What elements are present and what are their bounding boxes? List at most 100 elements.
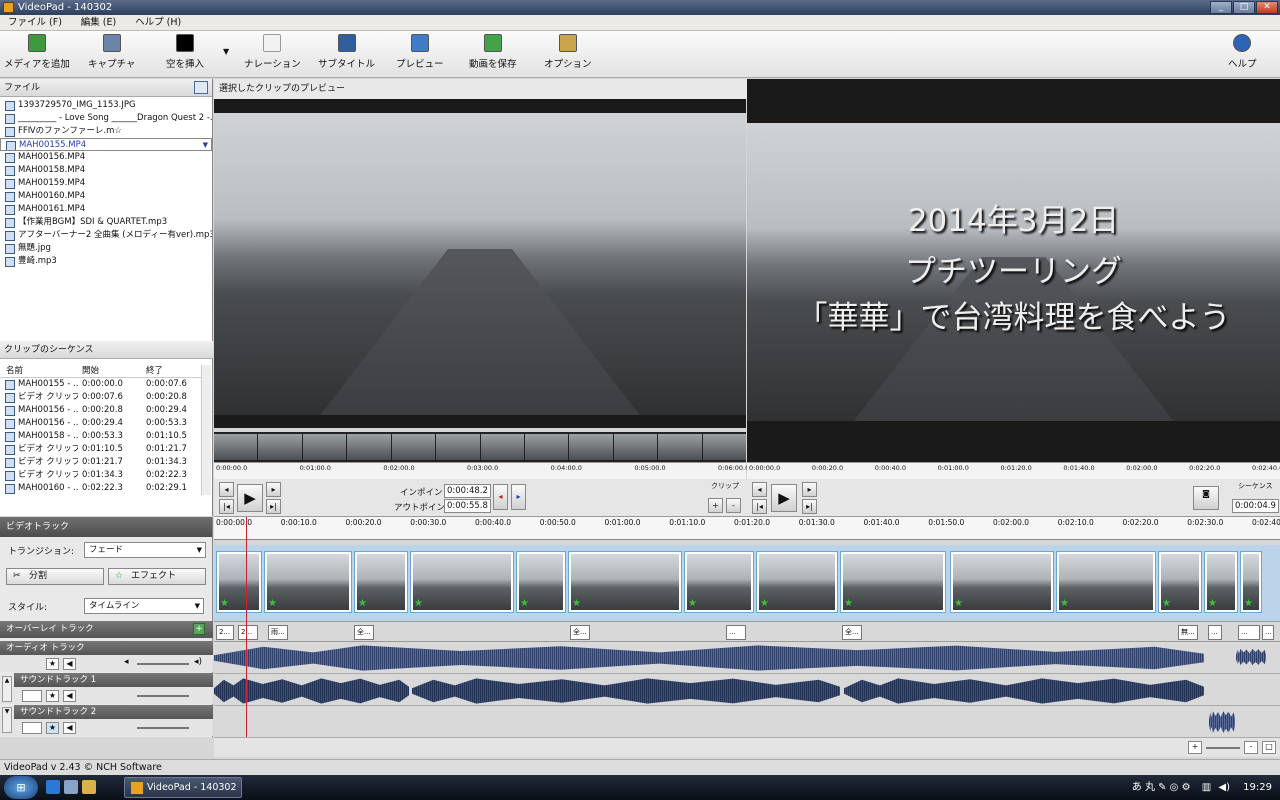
- track-2-mute-icon[interactable]: ◀: [63, 722, 76, 734]
- clip-effect-star-icon[interactable]: ★: [1060, 599, 1069, 609]
- clip-effect-star-icon[interactable]: ★: [1244, 599, 1253, 609]
- clock[interactable]: 19:29: [1243, 782, 1272, 793]
- file-item[interactable]: 【作業用BGM】SDI & QUARTET.mp3: [0, 216, 212, 229]
- save-video-button[interactable]: 動画を保存: [469, 34, 517, 70]
- subtitle-button[interactable]: サブタイトル: [318, 34, 375, 70]
- style-select[interactable]: タイムライン: [84, 598, 204, 614]
- video-clip[interactable]: ★: [410, 551, 514, 613]
- clip-tab[interactable]: クリップ: [711, 481, 739, 491]
- close-button[interactable]: ✕: [1256, 1, 1278, 14]
- clip-zoom-out-icon[interactable]: -: [726, 498, 741, 513]
- file-item[interactable]: MAH00160.MP4: [0, 190, 212, 203]
- audio-waveform[interactable]: [1236, 648, 1266, 666]
- menu-file[interactable]: ファイル (F): [0, 15, 70, 31]
- video-clip[interactable]: ★: [516, 551, 566, 613]
- timeline-scrollbar[interactable]: + - □: [214, 737, 1280, 757]
- file-item[interactable]: 無題.jpg: [0, 242, 212, 255]
- sequence-scrollbar[interactable]: [201, 365, 211, 495]
- clip-next-frame-button[interactable]: ▸: [266, 482, 281, 497]
- timeline-zoom-in-icon[interactable]: +: [1188, 741, 1202, 754]
- sequence-row[interactable]: ビデオ クリップ 8 0:01:21.7 0:01:34.3: [0, 456, 203, 469]
- clip-play-button[interactable]: ▶: [237, 484, 263, 512]
- sequence-row[interactable]: ビデオ クリップ 6 0:01:10.5 0:01:21.7: [0, 443, 203, 456]
- title-clip[interactable]: ...: [726, 625, 746, 640]
- sequence-tab[interactable]: シーケンス: [1238, 481, 1273, 491]
- title-clip[interactable]: 全...: [842, 625, 862, 640]
- sound-track-1-waveform[interactable]: [412, 678, 840, 704]
- title-clip[interactable]: 2...: [216, 625, 234, 640]
- video-clip[interactable]: ★: [264, 551, 352, 613]
- file-item[interactable]: 豊崎.mp3: [0, 255, 212, 268]
- clip-effect-star-icon[interactable]: ★: [414, 599, 423, 609]
- title-clip[interactable]: 全...: [354, 625, 374, 640]
- folder-icon[interactable]: [82, 780, 96, 794]
- preview-button[interactable]: プレビュー: [396, 34, 444, 70]
- file-item[interactable]: _________ - Love Song ______Dragon Quest…: [0, 112, 212, 125]
- minimize-button[interactable]: _: [1210, 1, 1232, 14]
- audio-mute-icon[interactable]: ◀: [63, 658, 76, 670]
- transition-select[interactable]: フェード: [84, 542, 206, 558]
- narration-button[interactable]: ナレーション: [244, 34, 301, 70]
- sequence-row[interactable]: MAH00160 - ... 0:02:22.3 0:02:29.1: [0, 482, 203, 495]
- video-clip[interactable]: ★: [840, 551, 946, 613]
- sequence-preview-video[interactable]: 2014年3月2日 プチツーリング 「華華」で台湾料理を食べよう: [747, 79, 1280, 462]
- add-media-button[interactable]: メディアを追加: [4, 34, 70, 70]
- track-1-mute-icon[interactable]: ◀: [63, 690, 76, 702]
- clip-effect-star-icon[interactable]: ★: [572, 599, 581, 609]
- snapshot-camera-icon[interactable]: ◙: [1193, 486, 1219, 510]
- timeline-playhead[interactable]: [246, 517, 247, 737]
- audio-volume-slider[interactable]: [137, 663, 189, 665]
- seq-to-end-button[interactable]: ▸|: [802, 499, 817, 514]
- col-end[interactable]: 終了: [142, 365, 202, 377]
- video-clip[interactable]: ★: [1158, 551, 1202, 613]
- effect-button[interactable]: ☆ エフェクト: [108, 568, 206, 585]
- in-point-field[interactable]: 0:00:48.2: [444, 484, 491, 498]
- title-clip[interactable]: 雨...: [268, 625, 288, 640]
- col-start[interactable]: 開始: [78, 365, 142, 377]
- add-overlay-icon[interactable]: +: [193, 623, 205, 635]
- set-in-point-button[interactable]: ◂: [493, 484, 508, 510]
- video-clip[interactable]: ★: [216, 551, 262, 613]
- file-item[interactable]: MAH00156.MP4: [0, 151, 212, 164]
- maximize-button[interactable]: □: [1233, 1, 1255, 14]
- sequence-row[interactable]: MAH00155 - ... 0:00:00.0 0:00:07.6: [0, 378, 203, 391]
- clip-effect-star-icon[interactable]: ★: [268, 599, 277, 609]
- volume-icon[interactable]: ◀): [1218, 782, 1230, 793]
- timeline-fit-icon[interactable]: □: [1262, 741, 1276, 754]
- sequence-row[interactable]: MAH00156 - ... 0:00:20.8 0:00:29.4: [0, 404, 203, 417]
- seq-to-start-button[interactable]: |◂: [752, 499, 767, 514]
- sequence-time-field[interactable]: 0:00:04.9: [1232, 499, 1279, 513]
- file-item[interactable]: MAH00159.MP4: [0, 177, 212, 190]
- menu-help[interactable]: ヘルプ (H): [127, 15, 189, 31]
- audio-waveform[interactable]: [214, 645, 1204, 671]
- files-view-icon[interactable]: [194, 81, 208, 94]
- seq-prev-frame-button[interactable]: ◂: [752, 482, 767, 497]
- track-2-tools-icon[interactable]: [22, 722, 42, 734]
- seq-next-frame-button[interactable]: ▸: [802, 482, 817, 497]
- clip-zoom-in-icon[interactable]: +: [708, 498, 723, 513]
- clip-effect-star-icon[interactable]: ★: [520, 599, 529, 609]
- video-clip[interactable]: ★: [684, 551, 754, 613]
- menu-edit[interactable]: 編集 (E): [73, 15, 124, 31]
- taskbar-videopad-button[interactable]: VideoPad - 140302: [124, 777, 242, 798]
- track-1-volume-slider[interactable]: [137, 695, 189, 697]
- clip-effect-star-icon[interactable]: ★: [954, 599, 963, 609]
- video-clip[interactable]: ★: [950, 551, 1054, 613]
- sequence-preview-ruler[interactable]: 0:00:00.0 0:00:20.0 0:00:40.0 0:01:00.0 0:01…: [747, 462, 1280, 479]
- collapse-track-1-icon[interactable]: ▲: [2, 676, 12, 702]
- title-clip[interactable]: ...: [1208, 625, 1222, 640]
- clip-to-end-button[interactable]: ▸|: [266, 499, 281, 514]
- clip-filmstrip[interactable]: [214, 432, 747, 462]
- track-2-volume-slider[interactable]: [137, 727, 189, 729]
- file-item[interactable]: MAH00155.MP4: [0, 138, 212, 151]
- sequence-row[interactable]: MAH00158 - ... 0:00:53.3 0:01:10.5: [0, 430, 203, 443]
- clip-effect-star-icon[interactable]: ★: [1162, 599, 1171, 609]
- file-item[interactable]: MAH00158.MP4: [0, 164, 212, 177]
- internet-explorer-icon[interactable]: [46, 780, 60, 794]
- file-item[interactable]: 1393729570_IMG_1153.JPG: [0, 99, 212, 112]
- col-name[interactable]: 名前: [0, 365, 78, 377]
- track-2-star-icon[interactable]: ★: [46, 722, 59, 734]
- video-clip[interactable]: ★: [568, 551, 682, 613]
- collapse-track-2-icon[interactable]: ▼: [2, 707, 12, 733]
- timeline-ruler[interactable]: 0:00:00.0 0:00:10.0 0:00:20.0 0:00:30.0 0:00…: [214, 517, 1280, 540]
